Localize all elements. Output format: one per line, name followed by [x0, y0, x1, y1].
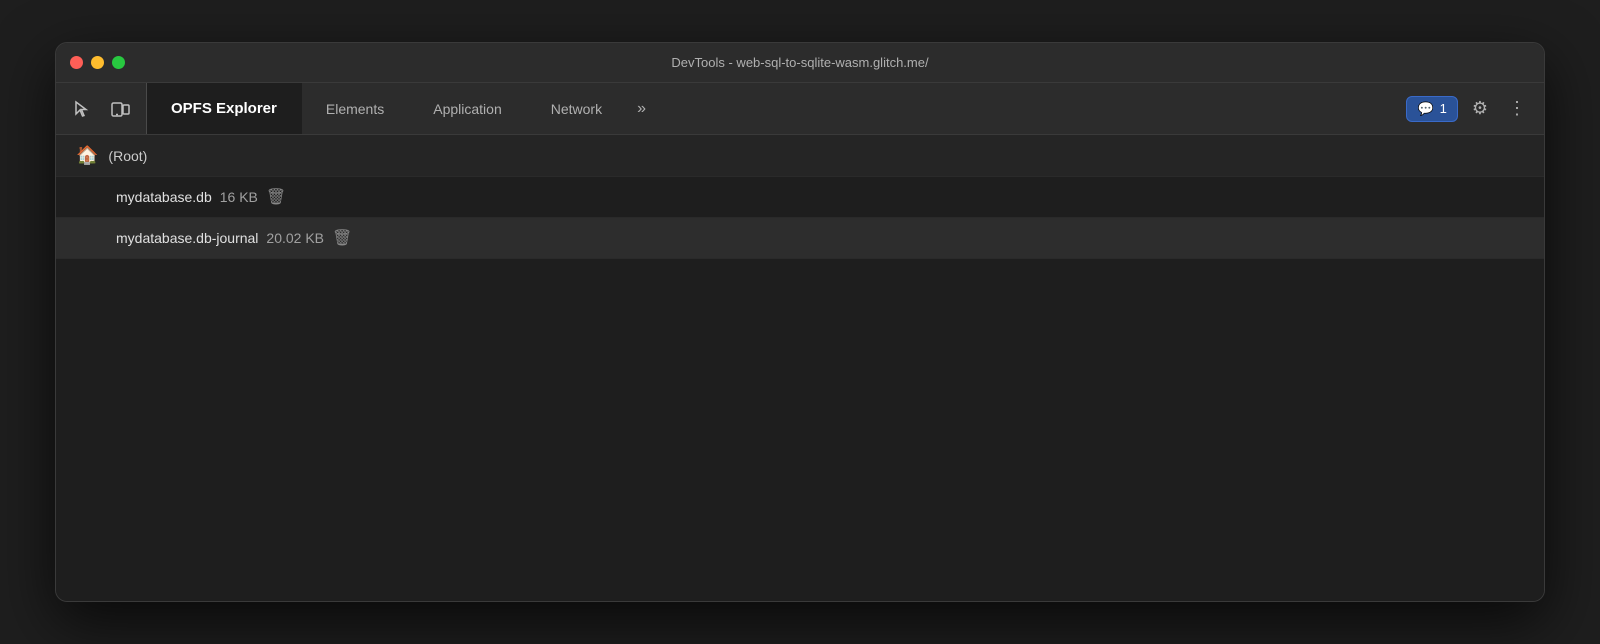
file-name: mydatabase.db: [116, 189, 212, 205]
file-row[interactable]: mydatabase.db 16 KB 🗑: [56, 177, 1544, 218]
tabs-container: OPFS Explorer Elements Application Netwo…: [147, 83, 1394, 134]
ellipsis-icon: ⋮: [1508, 98, 1526, 119]
toolbar: OPFS Explorer Elements Application Netwo…: [56, 83, 1544, 135]
tab-opfs-explorer[interactable]: OPFS Explorer: [147, 83, 302, 134]
file-row[interactable]: mydatabase.db-journal 20.02 KB 🗑: [56, 218, 1544, 259]
title-bar: DevTools - web-sql-to-sqlite-wasm.glitch…: [56, 43, 1544, 83]
close-button[interactable]: [70, 56, 83, 69]
notification-button[interactable]: 💬 1: [1406, 96, 1457, 122]
settings-button[interactable]: ⚙: [1466, 92, 1494, 125]
maximize-button[interactable]: [112, 56, 125, 69]
file-name: mydatabase.db-journal: [116, 230, 258, 246]
cursor-icon: [72, 99, 92, 119]
inspect-icon-button[interactable]: [66, 93, 98, 125]
notification-icon: 💬: [1417, 101, 1433, 117]
root-label: (Root): [108, 148, 147, 164]
delete-file-icon[interactable]: 🗑: [332, 228, 352, 248]
window-title: DevTools - web-sql-to-sqlite-wasm.glitch…: [671, 55, 928, 70]
tab-network[interactable]: Network: [527, 83, 627, 134]
house-icon: 🏠: [76, 145, 98, 166]
device-icon: [110, 99, 130, 119]
more-options-button[interactable]: ⋮: [1502, 92, 1532, 125]
file-size: 16 KB: [220, 189, 258, 205]
device-icon-button[interactable]: [104, 93, 136, 125]
tab-application[interactable]: Application: [409, 83, 527, 134]
file-size: 20.02 KB: [266, 230, 324, 246]
devtools-window: DevTools - web-sql-to-sqlite-wasm.glitch…: [55, 42, 1545, 602]
file-tree: 🏠 (Root) mydatabase.db 16 KB 🗑 mydatabas…: [56, 135, 1544, 259]
traffic-lights: [70, 56, 125, 69]
notification-count: 1: [1440, 101, 1447, 116]
minimize-button[interactable]: [91, 56, 104, 69]
root-row[interactable]: 🏠 (Root): [56, 135, 1544, 177]
content-area: 🏠 (Root) mydatabase.db 16 KB 🗑 mydatabas…: [56, 135, 1544, 601]
more-tabs-button[interactable]: »: [627, 83, 656, 134]
tab-elements[interactable]: Elements: [302, 83, 409, 134]
toolbar-right-actions: 💬 1 ⚙ ⋮: [1394, 83, 1544, 134]
toolbar-left-icons: [56, 83, 147, 134]
gear-icon: ⚙: [1472, 98, 1488, 119]
delete-file-icon[interactable]: 🗑: [266, 187, 286, 207]
